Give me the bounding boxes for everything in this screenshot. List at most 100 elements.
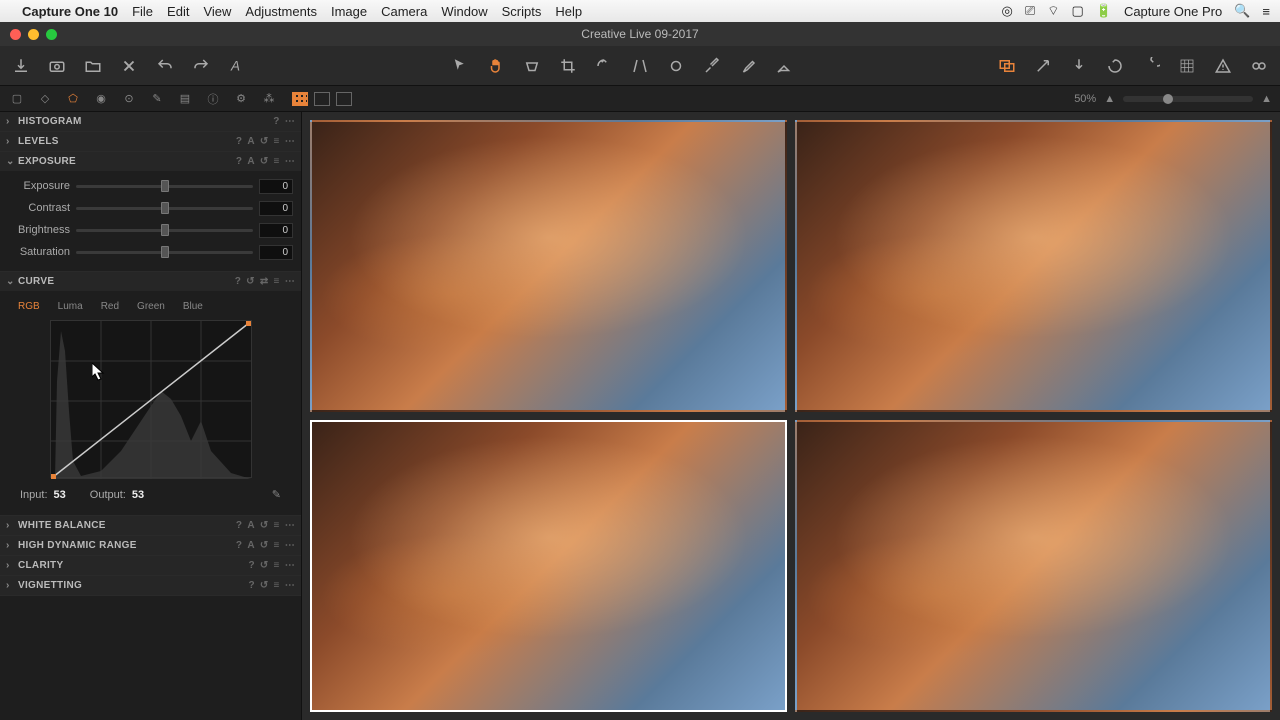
menu-scripts[interactable]: Scripts [502,4,542,19]
copy-icon[interactable]: ⇄ [260,276,269,287]
brightness-value[interactable]: 0 [259,223,293,238]
curve-header[interactable]: ⌄ CURVE ?↺⇄≡⋯ [0,272,301,291]
more-icon[interactable]: ⋯ [285,276,295,287]
mask-tool-icon[interactable] [521,55,543,77]
multiview-icon[interactable] [996,55,1018,77]
histogram-header[interactable]: › HISTOGRAM ?⋯ [0,112,301,131]
more-icon[interactable]: ⋯ [285,520,295,531]
reset-icon[interactable]: ↺ [260,580,269,591]
more-icon[interactable]: ⋯ [285,560,295,571]
more-icon[interactable]: ⋯ [285,116,295,127]
rotate-cw-icon[interactable] [1140,55,1162,77]
import-icon[interactable] [10,55,32,77]
close-window-button[interactable] [10,29,21,40]
help-icon[interactable]: ? [236,156,242,167]
capture-tab[interactable]: ◇ [36,90,54,108]
clarity-header[interactable]: › CLARITY ?↺≡⋯ [0,556,301,575]
auto-icon[interactable]: A [247,156,255,167]
reset-icon[interactable]: ↺ [260,156,269,167]
curve-tab-blue[interactable]: Blue [183,301,203,312]
variant-thumbnail[interactable] [310,120,787,412]
curve-tab-rgb[interactable]: RGB [18,301,40,312]
auto-icon[interactable]: A [247,540,255,551]
metadata-tab[interactable]: ⓘ [204,90,222,108]
curve-picker-icon[interactable]: ✎ [272,488,281,501]
curve-tab-luma[interactable]: Luma [58,301,83,312]
help-icon[interactable]: ? [248,580,254,591]
keystone-tool-icon[interactable] [629,55,651,77]
hand-tool-icon[interactable] [485,55,507,77]
help-icon[interactable]: ? [236,540,242,551]
variant-thumbnail[interactable] [795,420,1272,712]
zoom-slider[interactable] [1123,96,1253,102]
cursor-tool-icon[interactable] [449,55,471,77]
brightness-slider[interactable] [76,229,253,232]
spot-tool-icon[interactable] [665,55,687,77]
display-icon[interactable]: ⎚ [1025,3,1035,19]
reset-icon[interactable]: ↺ [260,560,269,571]
more-icon[interactable]: ⋯ [285,156,295,167]
color-tab[interactable]: ◉ [92,90,110,108]
preset-icon[interactable]: ≡ [274,560,280,571]
curve-tab-green[interactable]: Green [137,301,165,312]
preset-icon[interactable]: ≡ [274,276,280,287]
preset-icon[interactable]: ≡ [274,136,280,147]
menu-view[interactable]: View [203,4,231,19]
reset-icon[interactable]: ↺ [260,540,269,551]
exposure-slider[interactable] [76,185,253,188]
warning-icon[interactable] [1212,55,1234,77]
curve-tab-red[interactable]: Red [101,301,119,312]
preset-icon[interactable]: ≡ [274,580,280,591]
expand-icon[interactable] [1032,55,1054,77]
text-icon[interactable]: A [226,55,248,77]
wifi-icon[interactable]: ⌔ [1047,3,1059,19]
exposure-value[interactable]: 0 [259,179,293,194]
reset-icon[interactable]: ↺ [246,276,255,287]
more-icon[interactable]: ⋯ [285,540,295,551]
vignetting-header[interactable]: › VIGNETTING ?↺≡⋯ [0,576,301,595]
library-tab[interactable]: ▢ [8,90,26,108]
details-tab[interactable]: ✎ [148,90,166,108]
levels-header[interactable]: › LEVELS ?A↺≡⋯ [0,132,301,151]
help-icon[interactable]: ? [235,276,241,287]
app-name-menu[interactable]: Capture One 10 [22,4,118,19]
menu-help[interactable]: Help [555,4,582,19]
help-icon[interactable]: ? [273,116,279,127]
adjustments-tab[interactable]: ▤ [176,90,194,108]
curve-editor[interactable] [50,320,252,478]
eyedropper-tool-icon[interactable] [737,55,759,77]
undo-icon[interactable] [154,55,176,77]
more-icon[interactable]: ⋯ [285,580,295,591]
brush-tool-icon[interactable] [701,55,723,77]
variant-thumbnail[interactable] [795,120,1272,412]
rotate-ccw-icon[interactable] [1104,55,1126,77]
menu-window[interactable]: Window [441,4,487,19]
help-icon[interactable]: ? [248,560,254,571]
hamburger-icon[interactable]: ≡ [1262,4,1270,19]
folder-icon[interactable] [82,55,104,77]
saturation-slider[interactable] [76,251,253,254]
reset-icon[interactable]: ↺ [260,520,269,531]
rotate-tool-icon[interactable] [593,55,615,77]
lens-tab[interactable]: ⊙ [120,90,138,108]
zoom-fit-icon[interactable]: ▲ [1104,93,1115,105]
maximize-window-button[interactable] [46,29,57,40]
menu-adjustments[interactable]: Adjustments [245,4,317,19]
redo-icon[interactable] [190,55,212,77]
preview-icon[interactable] [1248,55,1270,77]
output-tab[interactable]: ⚙ [232,90,250,108]
saturation-value[interactable]: 0 [259,245,293,260]
capture-icon[interactable] [46,55,68,77]
process-icon[interactable] [1068,55,1090,77]
variant-thumbnail-selected[interactable] [310,420,787,712]
zoom-100-icon[interactable]: ▲ [1261,93,1272,105]
menu-image[interactable]: Image [331,4,367,19]
preset-icon[interactable]: ≡ [274,156,280,167]
more-icon[interactable]: ⋯ [285,136,295,147]
auto-icon[interactable]: A [247,520,255,531]
hdr-header[interactable]: › HIGH DYNAMIC RANGE ?A↺≡⋯ [0,536,301,555]
single-view-button[interactable] [314,92,330,106]
split-view-button[interactable] [336,92,352,106]
minimize-window-button[interactable] [28,29,39,40]
white-balance-header[interactable]: › WHITE BALANCE ?A↺≡⋯ [0,516,301,535]
